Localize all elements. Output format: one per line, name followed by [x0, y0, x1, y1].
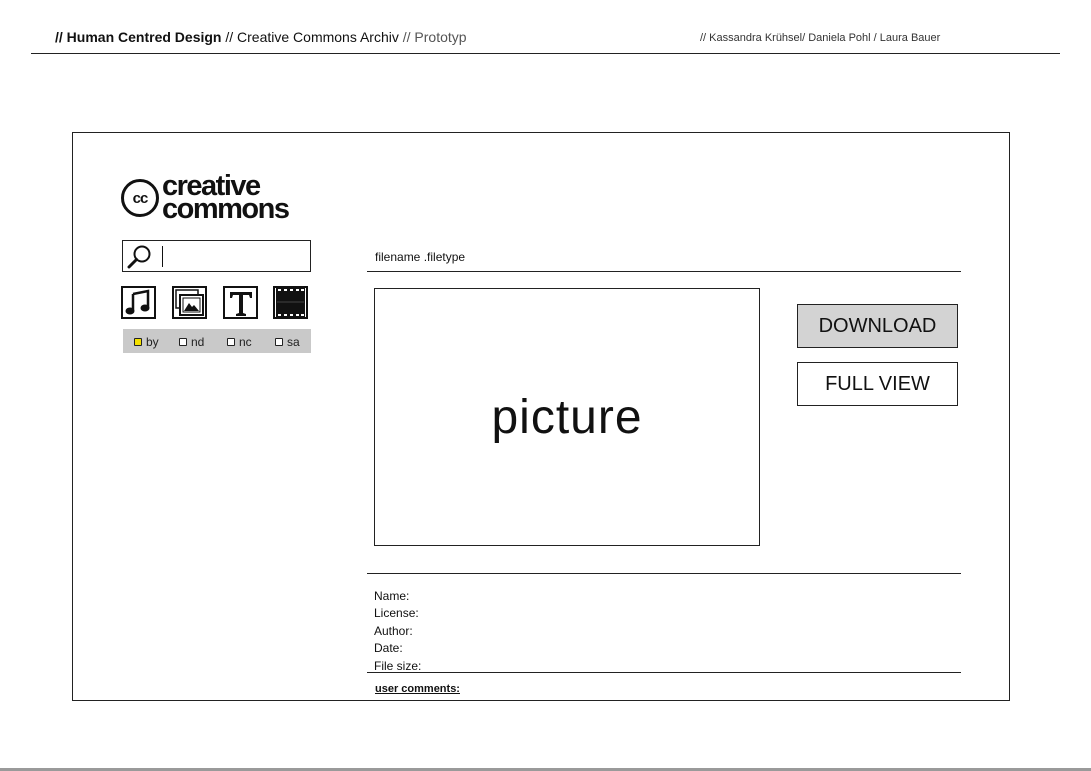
video-filter-button[interactable] — [273, 286, 308, 319]
meta-author-label: Author: — [374, 623, 413, 638]
text-icon — [229, 291, 252, 316]
license-label-nd: nd — [191, 335, 205, 349]
header-stage: // Prototyp — [398, 29, 467, 45]
license-label-by: by — [146, 335, 159, 349]
comments-divider — [367, 672, 961, 673]
meta-license-label: License: — [374, 606, 419, 621]
license-option-by[interactable]: by — [134, 335, 159, 349]
search-input[interactable] — [122, 240, 311, 272]
header-authors: // Kassandra Krühsel/ Daniela Pohl / Lau… — [700, 32, 941, 44]
license-option-nc[interactable]: nc — [227, 335, 252, 349]
title-divider — [367, 271, 961, 272]
text-filter-button[interactable] — [223, 286, 258, 319]
header-archive: // Creative Commons Archiv — [221, 29, 399, 45]
page-header: // Human Centred Design // Creative Comm… — [55, 29, 467, 45]
user-comments-link[interactable]: user comments: — [375, 683, 460, 695]
video-icon — [276, 288, 305, 317]
checkbox-by[interactable] — [134, 338, 142, 346]
cc-badge-icon: cc — [121, 179, 159, 217]
image-filter-button[interactable] — [172, 286, 207, 319]
music-filter-button[interactable] — [121, 286, 156, 319]
file-name: filename .filetype — [375, 250, 466, 264]
checkbox-nc[interactable] — [227, 338, 235, 346]
license-option-sa[interactable]: sa — [275, 335, 300, 349]
meta-name-label: Name: — [374, 589, 410, 603]
image-icon — [175, 289, 204, 316]
license-filter-bar: by nd nc sa — [123, 329, 311, 353]
license-option-nd[interactable]: nd — [179, 335, 204, 349]
checkbox-nd[interactable] — [179, 338, 187, 346]
logo-line-commons: commons — [162, 193, 290, 225]
header-divider — [31, 53, 1060, 54]
picture-preview[interactable]: picture — [374, 288, 760, 546]
prototype-frame: cc creative commons by nd nc sa filename… — [72, 132, 1010, 701]
logo-wordmark: creative commons — [162, 172, 290, 225]
file-metadata: Name: License: Author: Date: File size: — [374, 588, 421, 675]
text-cursor — [162, 246, 163, 267]
header-project: // Human Centred Design — [55, 29, 222, 45]
metadata-divider — [367, 573, 961, 574]
license-label-sa: sa — [287, 335, 300, 349]
picture-placeholder: picture — [491, 390, 643, 444]
creative-commons-logo[interactable]: cc creative commons — [121, 172, 290, 225]
download-button[interactable]: DOWNLOAD — [797, 304, 958, 348]
music-icon — [125, 289, 150, 315]
search-icon — [127, 245, 151, 269]
checkbox-sa[interactable] — [275, 338, 283, 346]
license-label-nc: nc — [239, 335, 252, 349]
full-view-button[interactable]: FULL VIEW — [797, 362, 958, 406]
meta-date-label: Date: — [374, 641, 403, 656]
